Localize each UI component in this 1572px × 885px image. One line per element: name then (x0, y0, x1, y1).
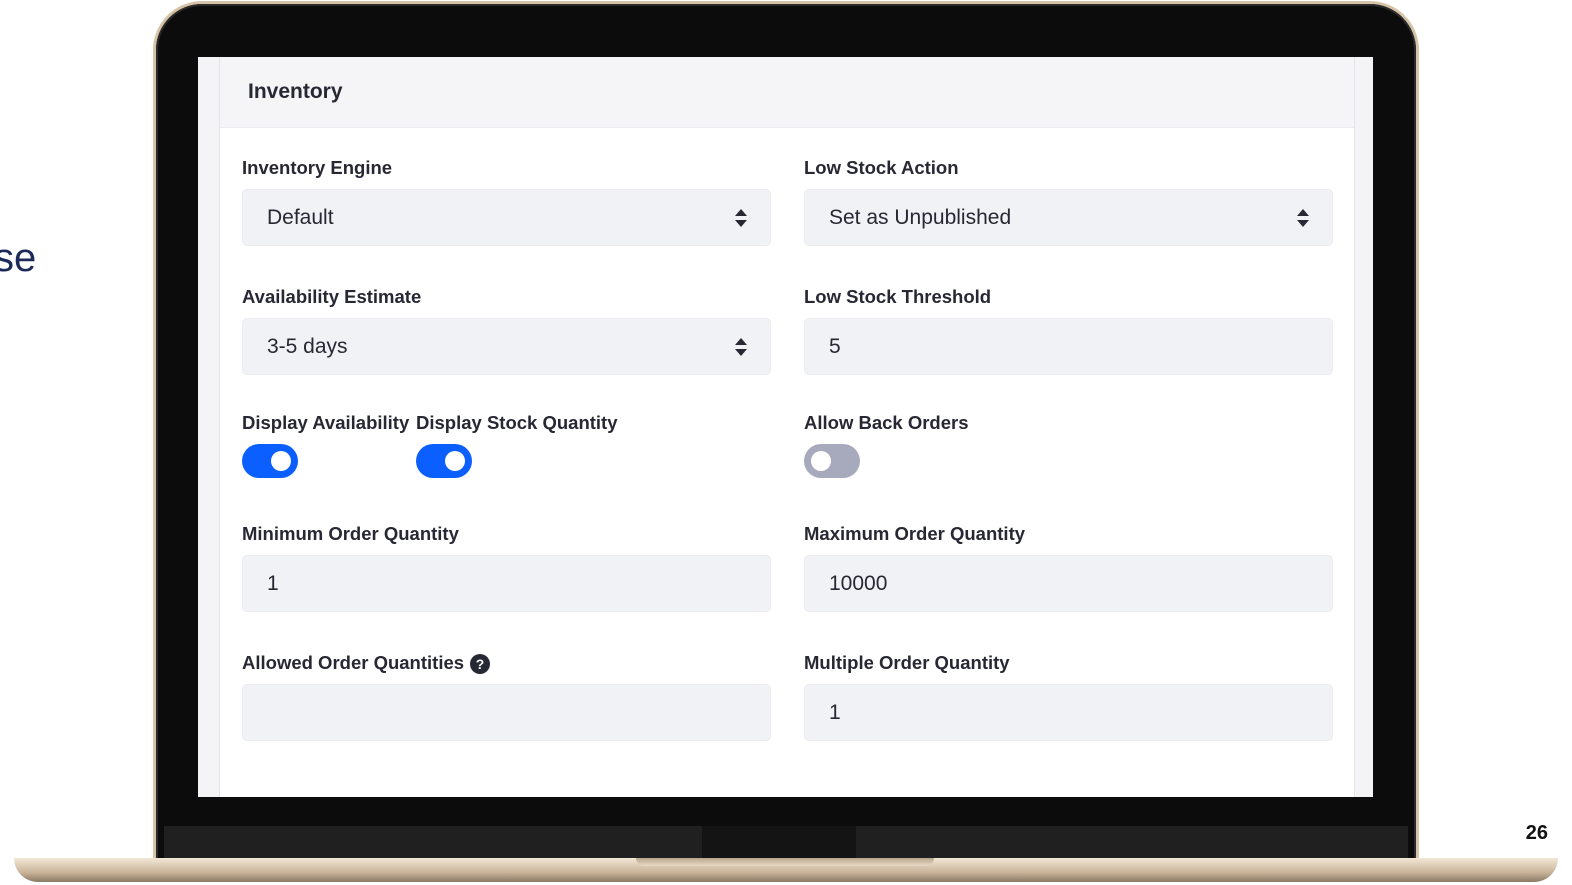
minimum-order-quantity-label: Minimum Order Quantity (242, 523, 459, 544)
low-stock-threshold-field: Low Stock Threshold 5 (804, 286, 1333, 375)
allowed-order-quantities-label: Allowed Order Quantities (242, 652, 465, 673)
multiple-order-quantity-value: 1 (829, 700, 841, 724)
minimum-order-quantity-input[interactable]: 1 (242, 555, 771, 612)
inventory-engine-label: Inventory Engine (242, 157, 393, 178)
inventory-panel: Inventory Inventory Engine Default Low S… (219, 57, 1355, 797)
maximum-order-quantity-input[interactable]: 10000 (804, 555, 1333, 612)
multiple-order-quantity-field: Multiple Order Quantity 1 (804, 652, 1333, 741)
low-stock-action-select[interactable]: Set as Unpublished (804, 189, 1333, 246)
allowed-order-quantities-label-row: Allowed Order Quantities? (242, 652, 771, 675)
multiple-order-quantity-label: Multiple Order Quantity (804, 652, 1010, 673)
low-stock-action-label: Low Stock Action (804, 157, 959, 178)
select-caret-icon (1297, 209, 1309, 227)
maximum-order-quantity-field: Maximum Order Quantity 10000 (804, 523, 1333, 612)
display-availability-field: Display Availability (242, 412, 412, 483)
multiple-order-quantity-input[interactable]: 1 (804, 684, 1333, 741)
availability-estimate-label: Availability Estimate (242, 286, 422, 307)
low-stock-action-field: Low Stock Action Set as Unpublished (804, 157, 1333, 246)
allowed-order-quantities-field: Allowed Order Quantities? (242, 652, 771, 742)
laptop-base-groove (636, 858, 934, 866)
select-caret-icon (735, 209, 747, 227)
allow-back-orders-label: Allow Back Orders (804, 412, 969, 433)
laptop-screen: Inventory Inventory Engine Default Low S… (198, 57, 1373, 797)
toggle-knob (271, 451, 291, 471)
allow-back-orders-field: Allow Back Orders (804, 412, 1333, 483)
low-stock-threshold-input[interactable]: 5 (804, 318, 1333, 375)
inventory-engine-value: Default (267, 205, 334, 229)
allowed-order-quantities-input[interactable] (242, 684, 771, 742)
availability-estimate-field: Availability Estimate 3-5 days (242, 286, 771, 375)
inventory-engine-field: Inventory Engine Default (242, 157, 771, 246)
inventory-engine-select[interactable]: Default (242, 189, 771, 246)
display-availability-toggle[interactable] (242, 444, 298, 478)
panel-title: Inventory (220, 57, 1354, 128)
select-caret-icon (735, 338, 747, 356)
display-availability-label: Display Availability (242, 412, 410, 433)
low-stock-threshold-label: Low Stock Threshold (804, 286, 992, 307)
low-stock-threshold-value: 5 (829, 334, 841, 358)
toggle-knob (811, 451, 831, 471)
side-text-fragment: se (0, 236, 37, 280)
availability-estimate-select[interactable]: 3-5 days (242, 318, 771, 375)
display-stock-quantity-field: Display Stock Quantity (416, 412, 636, 483)
page-number: 26 (1525, 822, 1548, 844)
maximum-order-quantity-value: 10000 (829, 571, 888, 595)
toggle-knob (445, 451, 465, 471)
display-stock-quantity-label: Display Stock Quantity (416, 412, 618, 433)
low-stock-action-value: Set as Unpublished (829, 205, 1012, 229)
allow-back-orders-toggle[interactable] (804, 444, 860, 478)
minimum-order-quantity-value: 1 (267, 571, 279, 595)
minimum-order-quantity-field: Minimum Order Quantity 1 (242, 523, 771, 612)
question-circle-icon[interactable]: ? (470, 654, 491, 675)
maximum-order-quantity-label: Maximum Order Quantity (804, 523, 1026, 544)
display-stock-quantity-toggle[interactable] (416, 444, 472, 478)
availability-estimate-value: 3-5 days (267, 334, 348, 358)
